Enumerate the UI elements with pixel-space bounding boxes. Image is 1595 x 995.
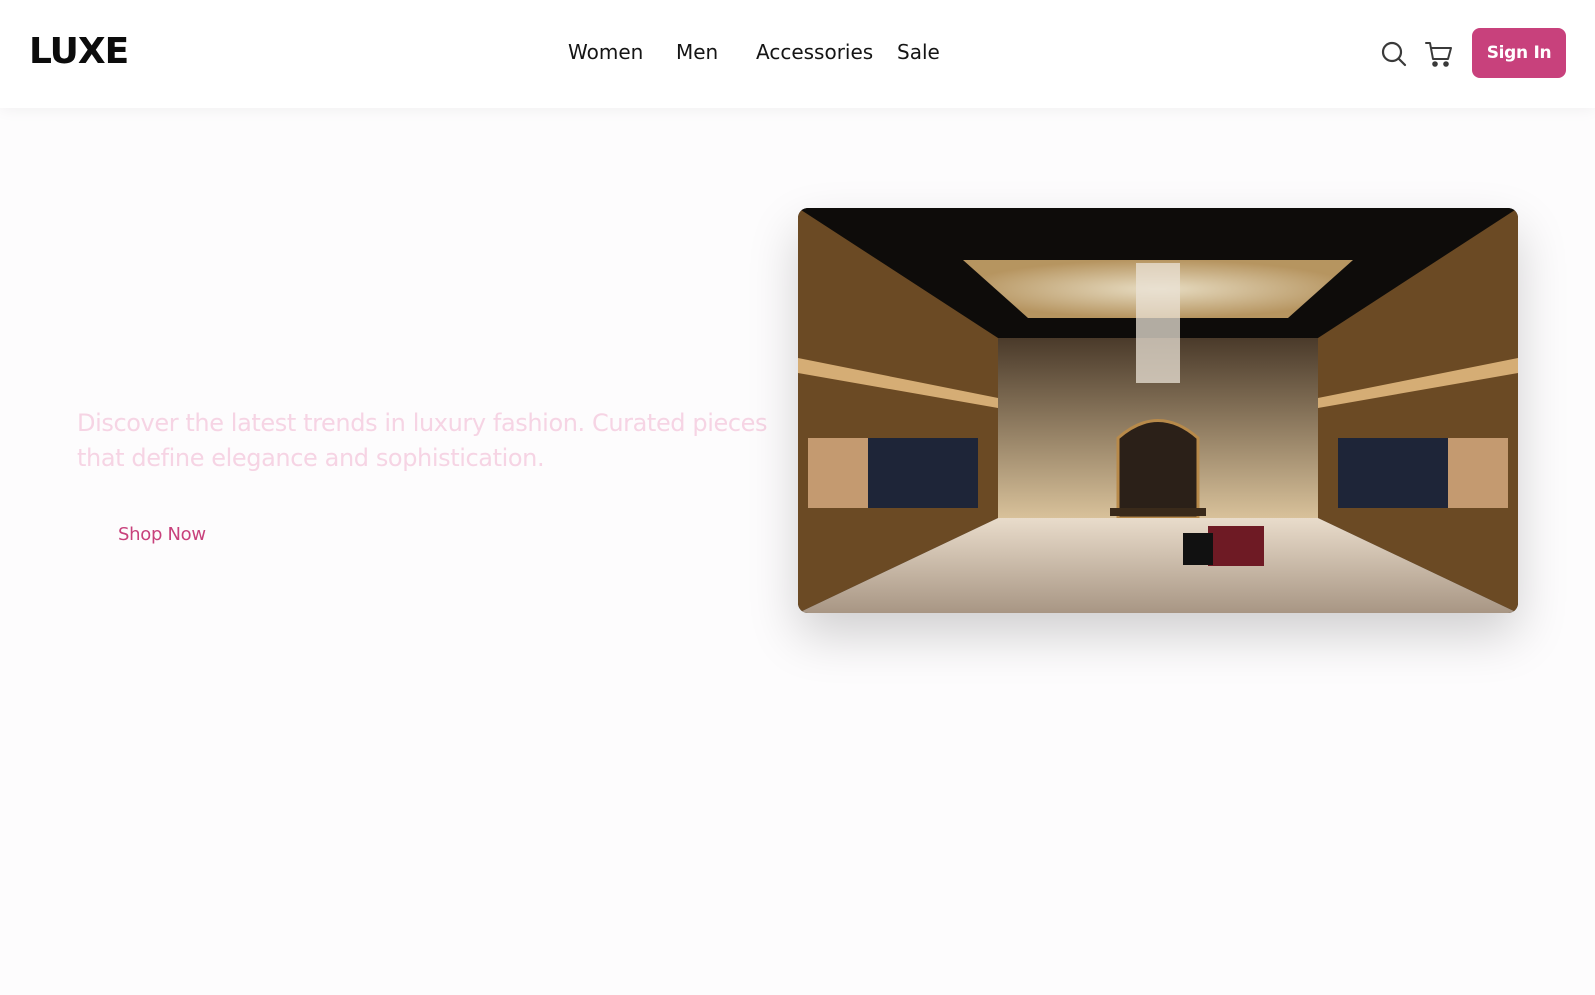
- nav-link-sale[interactable]: Sale: [897, 40, 940, 64]
- nav-link-women[interactable]: Women: [568, 40, 643, 64]
- shop-now-button[interactable]: Shop Now: [88, 520, 236, 549]
- nav-link-men[interactable]: Men: [676, 40, 718, 64]
- main-nav: Women Men Accessories Sale: [0, 40, 1595, 70]
- nav-link-accessories[interactable]: Accessories: [756, 40, 873, 64]
- hero-subtitle: Discover the latest trends in luxury fas…: [77, 409, 768, 472]
- search-icon[interactable]: [1378, 38, 1410, 70]
- luxury-store-interior-image: [798, 208, 1518, 613]
- sign-in-button[interactable]: Sign In: [1472, 28, 1566, 78]
- top-navbar: LUXE Women Men Accessories Sale Sign In: [0, 0, 1595, 108]
- cart-icon[interactable]: [1423, 38, 1455, 70]
